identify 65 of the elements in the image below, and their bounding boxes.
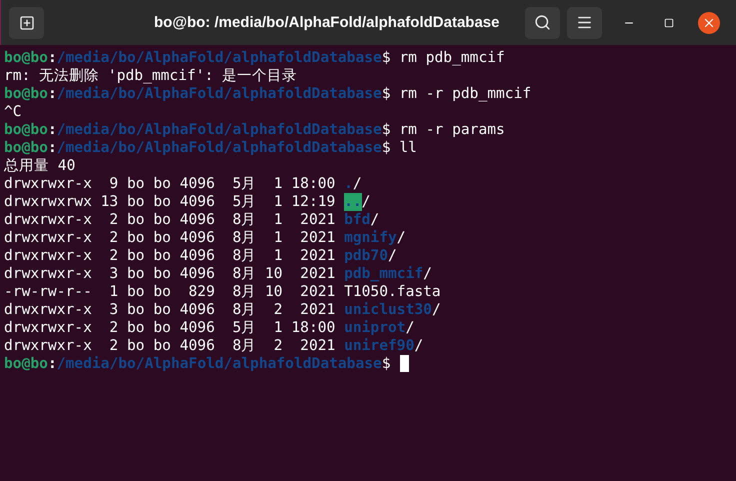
directory-name: mgnify	[344, 229, 397, 247]
command-text: rm -r params	[399, 121, 505, 139]
new-tab-button[interactable]	[9, 6, 44, 38]
directory-slash: /	[406, 319, 414, 337]
file-details: drwxrwxr-x 3 bo bo 4096 8月 2 2021	[4, 301, 336, 319]
prompt-path: /media/bo/AlphaFold/alphafoldDatabase	[56, 139, 382, 157]
prompt-colon: :	[48, 85, 57, 103]
prompt-symbol: $	[382, 49, 391, 67]
file-details: drwxrwxrwx 13 bo bo 4096 5月 1 12:19	[4, 193, 336, 211]
prompt-user: bo@bo	[4, 139, 48, 157]
prompt-path: /media/bo/AlphaFold/alphafoldDatabase	[56, 49, 382, 67]
prompt-path: /media/bo/AlphaFold/alphafoldDatabase	[56, 355, 382, 373]
plus-square-icon	[18, 14, 34, 30]
prompt-colon: :	[48, 49, 57, 67]
directory-name: ..	[344, 193, 362, 211]
file-details: drwxrwxr-x 2 bo bo 4096 8月 1 2021	[4, 229, 336, 247]
window-title: bo@bo: /media/bo/AlphaFold/alphafoldDatabase	[154, 14, 500, 31]
prompt-symbol: $	[382, 355, 391, 373]
prompt-user: bo@bo	[4, 49, 48, 67]
output-text: ^C	[4, 103, 22, 121]
search-button[interactable]	[525, 6, 560, 38]
file-details: drwxrwxr-x 3 bo bo 4096 8月 10 2021	[4, 265, 336, 283]
directory-name: uniclust30	[344, 301, 432, 319]
command-text: rm -r pdb_mmcif	[399, 85, 532, 103]
search-icon	[534, 14, 551, 31]
directory-slash: /	[414, 337, 424, 355]
directory-name: bfd	[344, 211, 370, 229]
directory-name: pdb_mmcif	[344, 265, 424, 283]
prompt-symbol: $	[382, 139, 391, 157]
output-text: rm: 无法删除 'pdb_mmcif': 是一个目录	[4, 67, 298, 85]
output-text: 总用量 40	[4, 157, 76, 175]
command-text: rm pdb_mmcif	[399, 49, 505, 67]
file-details: drwxrwxr-x 2 bo bo 4096 8月 1 2021	[4, 211, 336, 229]
directory-name: uniprot	[344, 319, 406, 337]
prompt-path: /media/bo/AlphaFold/alphafoldDatabase	[56, 121, 382, 139]
directory-slash: /	[423, 265, 432, 283]
prompt-colon: :	[48, 121, 57, 139]
directory-name: .	[344, 175, 353, 193]
prompt-colon: :	[48, 139, 57, 157]
directory-name: uniref90	[344, 337, 414, 355]
maximize-icon	[664, 18, 674, 28]
directory-slash: /	[388, 247, 397, 265]
directory-slash: /	[432, 301, 441, 319]
menu-icon	[576, 14, 593, 31]
prompt-path: /media/bo/AlphaFold/alphafoldDatabase	[56, 85, 382, 103]
prompt-user: bo@bo	[4, 121, 48, 139]
file-name: T1050.fasta	[344, 283, 441, 301]
file-details: -rw-rw-r-- 1 bo bo 829 8月 10 2021	[4, 283, 336, 301]
directory-slash: /	[370, 211, 380, 229]
prompt-user: bo@bo	[4, 355, 48, 373]
prompt-symbol: $	[382, 121, 391, 139]
file-details: drwxrwxr-x 9 bo bo 4096 5月 1 18:00	[4, 175, 336, 193]
directory-name: pdb70	[344, 247, 388, 265]
directory-slash: /	[352, 175, 362, 193]
prompt-colon: :	[48, 355, 57, 373]
file-details: drwxrwxr-x 2 bo bo 4096 8月 1 2021	[4, 247, 336, 265]
command-text: ll	[399, 139, 417, 157]
file-details: drwxrwxr-x 2 bo bo 4096 8月 2 2021	[4, 337, 336, 355]
prompt-user: bo@bo	[4, 85, 48, 103]
close-button[interactable]	[698, 12, 720, 34]
menu-button[interactable]	[567, 6, 602, 38]
prompt-symbol: $	[382, 85, 391, 103]
directory-slash: /	[362, 193, 370, 211]
file-details: drwxrwxr-x 2 bo bo 4096 5月 1 18:00	[4, 319, 336, 337]
directory-slash: /	[396, 229, 406, 247]
